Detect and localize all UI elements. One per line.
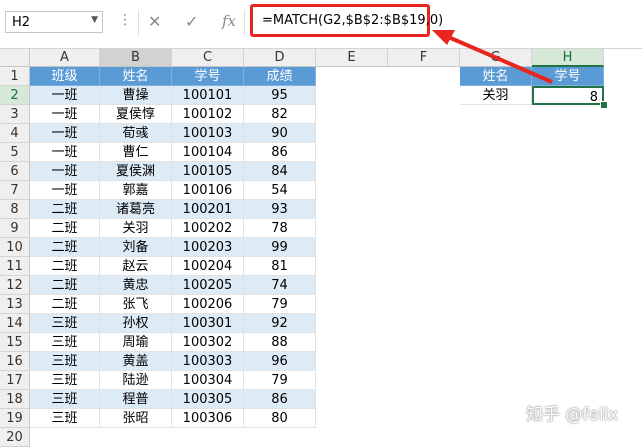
watermark: 知乎 @felix bbox=[526, 405, 619, 425]
annotation-arrow bbox=[432, 30, 553, 84]
arrow-line bbox=[445, 34, 553, 84]
